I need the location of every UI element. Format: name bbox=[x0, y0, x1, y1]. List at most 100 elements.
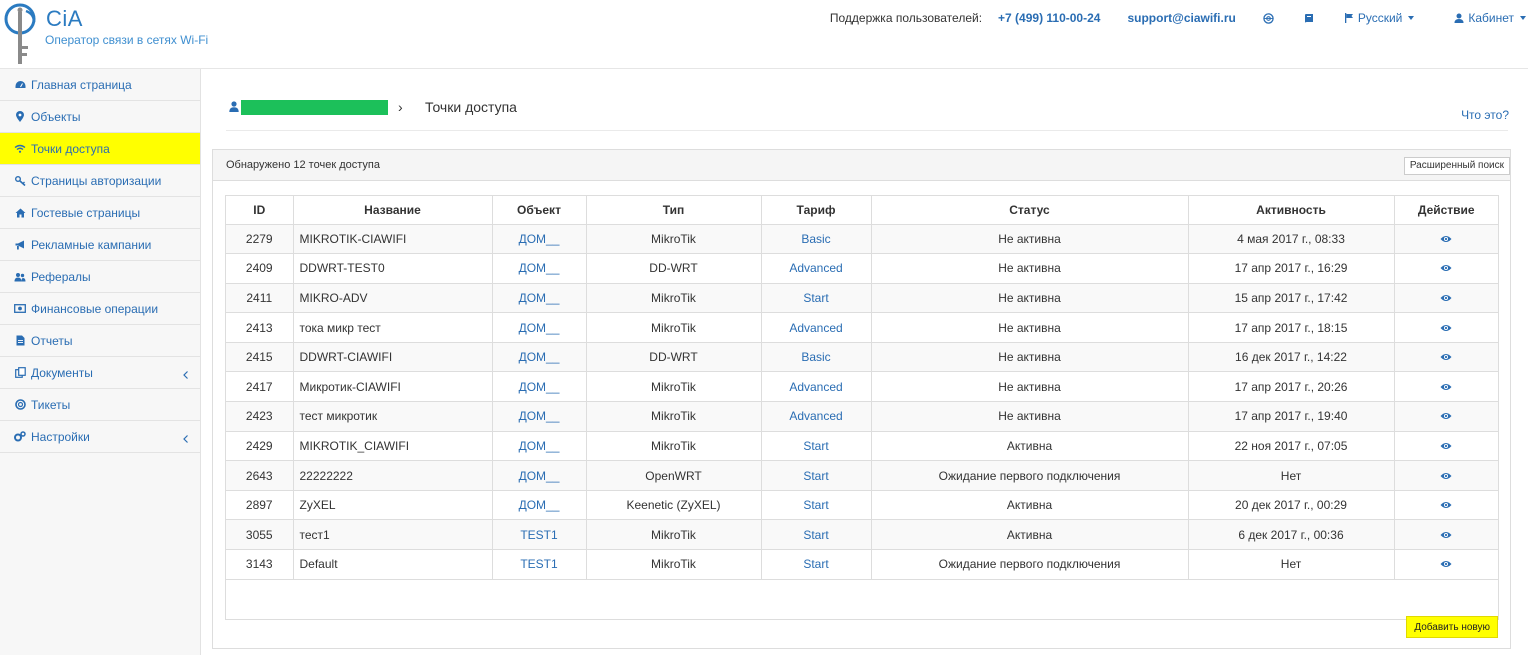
cell-status: Не активна bbox=[871, 283, 1189, 314]
cell-type: MikroTik bbox=[586, 519, 762, 551]
header: CiA Оператор связи в сетях Wi-Fi Поддерж… bbox=[0, 0, 1528, 69]
cell-tariff-link[interactable]: Advanced bbox=[761, 312, 872, 343]
eye-icon[interactable] bbox=[1440, 324, 1452, 332]
page-title: Точки доступа bbox=[425, 99, 517, 115]
cell-action bbox=[1394, 401, 1498, 432]
table-row[interactable]: 2423 тест микротик ДОМ__ MikroTik Advanced Не… bbox=[226, 401, 1498, 432]
map-marker-icon bbox=[14, 111, 26, 123]
column-header: Активность bbox=[1188, 196, 1395, 225]
flag-icon bbox=[1344, 13, 1353, 23]
sidebar-item-objects[interactable]: Объекты bbox=[0, 101, 200, 133]
eye-icon[interactable] bbox=[1440, 501, 1452, 509]
cell-tariff-link[interactable]: Advanced bbox=[761, 371, 872, 403]
table-row[interactable]: 2411 MIKRO-ADV ДОМ__ MikroTik Start Не активн… bbox=[226, 283, 1498, 314]
cell-tariff-link[interactable]: Start bbox=[761, 519, 872, 551]
eye-icon[interactable] bbox=[1440, 442, 1452, 450]
cell-object-link[interactable]: ДОМ__ bbox=[492, 431, 587, 462]
breadcrumb-redacted-user[interactable] bbox=[241, 100, 388, 115]
cell-id: 2413 bbox=[226, 312, 294, 343]
cell-tariff-link[interactable]: Start bbox=[761, 431, 872, 462]
sidebar-item-guest-pages[interactable]: Гостевые страницы bbox=[0, 197, 200, 229]
cell-name: тока микр тест bbox=[293, 312, 493, 343]
sidebar-item-settings[interactable]: Настройки bbox=[0, 421, 200, 453]
sidebar-item-reports[interactable]: Отчеты bbox=[0, 325, 200, 357]
sidebar-item-label: Финансовые операции bbox=[31, 301, 159, 316]
file-icon bbox=[14, 335, 26, 347]
column-header: Тип bbox=[586, 196, 762, 225]
help-link[interactable]: Что это? bbox=[1461, 108, 1509, 122]
column-header: Название bbox=[293, 196, 493, 225]
cell-tariff-link[interactable]: Advanced bbox=[761, 253, 872, 284]
key-icon bbox=[14, 175, 26, 187]
cell-object-link[interactable]: ДОМ__ bbox=[492, 283, 587, 314]
cell-action bbox=[1394, 490, 1498, 521]
eye-icon[interactable] bbox=[1440, 235, 1452, 243]
table-row[interactable]: 2415 DDWRT-CIAWIFI ДОМ__ DD-WRT Basic Не акти… bbox=[226, 342, 1498, 373]
support-email-link[interactable]: support@ciawifi.ru bbox=[1127, 11, 1235, 25]
table-row[interactable]: 2413 тока микр тест ДОМ__ MikroTik Advanced Н… bbox=[226, 312, 1498, 343]
cell-tariff-link[interactable]: Advanced bbox=[761, 401, 872, 432]
eye-icon[interactable] bbox=[1440, 531, 1452, 539]
logo[interactable]: CiA Оператор связи в сетях Wi-Fi bbox=[4, 2, 208, 66]
cell-tariff-link[interactable]: Start bbox=[761, 490, 872, 521]
book-icon[interactable] bbox=[1304, 13, 1314, 24]
cell-tariff-link[interactable]: Start bbox=[761, 460, 872, 491]
sidebar-item-dashboard[interactable]: Главная страница bbox=[0, 69, 200, 101]
eye-icon[interactable] bbox=[1440, 264, 1452, 272]
cell-name: тест микротик bbox=[293, 401, 493, 432]
cell-object-link[interactable]: ДОМ__ bbox=[492, 490, 587, 521]
sidebar: Главная страница Объекты Точки доступа С… bbox=[0, 69, 201, 655]
eye-icon[interactable] bbox=[1440, 472, 1452, 480]
cell-object-link[interactable]: ДОМ__ bbox=[492, 312, 587, 343]
sidebar-item-ad-campaigns[interactable]: Рекламные кампании bbox=[0, 229, 200, 261]
eye-icon[interactable] bbox=[1440, 353, 1452, 361]
eye-icon[interactable] bbox=[1440, 294, 1452, 302]
table-row[interactable]: 2897 ZyXEL ДОМ__ Keenetic (ZyXEL) Start Актив… bbox=[226, 490, 1498, 521]
support-phone-link[interactable]: +7 (499) 110-00-24 bbox=[998, 11, 1100, 25]
sidebar-item-finance[interactable]: Финансовые операции bbox=[0, 293, 200, 325]
cell-name: DDWRT-TEST0 bbox=[293, 253, 493, 284]
sidebar-item-tickets[interactable]: Тикеты bbox=[0, 389, 200, 421]
cell-action bbox=[1394, 342, 1498, 373]
table-row[interactable]: 2429 MIKROTIK_CIAWIFI ДОМ__ MikroTik Start Ак… bbox=[226, 431, 1498, 462]
cell-object-link[interactable]: ДОМ__ bbox=[492, 224, 587, 255]
table-row[interactable]: 3055 тест1 TEST1 MikroTik Start Активна 6 дек … bbox=[226, 519, 1498, 551]
cell-status: Активна bbox=[871, 431, 1189, 462]
documents-icon bbox=[14, 367, 26, 379]
eye-icon[interactable] bbox=[1440, 383, 1452, 391]
cell-tariff-link[interactable]: Start bbox=[761, 549, 872, 580]
cell-name: MIKRO-ADV bbox=[293, 283, 493, 314]
access-points-table-wrapper: ID Название Объект Тип Тариф Статус Активность… bbox=[225, 195, 1499, 620]
advanced-search-button[interactable]: Расширенный поиск bbox=[1403, 157, 1510, 175]
cell-object-link[interactable]: ДОМ__ bbox=[492, 401, 587, 432]
table-row[interactable]: 2279 MIKROTIK-CIAWIFI ДОМ__ MikroTik Basic Не… bbox=[226, 224, 1498, 255]
table-row[interactable]: 2409 DDWRT-TEST0 ДОМ__ DD-WRT Advanced Не акт… bbox=[226, 253, 1498, 284]
sidebar-item-referrals[interactable]: Рефералы bbox=[0, 261, 200, 293]
add-new-button[interactable]: Добавить новую bbox=[1406, 616, 1498, 638]
table-row[interactable]: 2417 Микротик-CIAWIFI ДОМ__ MikroTik Advance… bbox=[226, 371, 1498, 403]
cabinet-dropdown[interactable]: Кабинет bbox=[1454, 11, 1526, 25]
cell-tariff-link[interactable]: Basic bbox=[761, 342, 872, 373]
cell-object-link[interactable]: ДОМ__ bbox=[492, 460, 587, 491]
table-row[interactable]: 2643 22222222 ДОМ__ OpenWRT Start Ожидание пе… bbox=[226, 460, 1498, 491]
cell-tariff-link[interactable]: Start bbox=[761, 283, 872, 314]
cell-object-link[interactable]: ДОМ__ bbox=[492, 371, 587, 403]
cell-tariff-link[interactable]: Basic bbox=[761, 224, 872, 255]
cell-object-link[interactable]: ДОМ__ bbox=[492, 253, 587, 284]
cell-object-link[interactable]: TEST1 bbox=[492, 519, 587, 551]
panel-title: Обнаружено 12 точек доступа bbox=[226, 159, 380, 171]
language-dropdown[interactable]: Русский bbox=[1344, 11, 1415, 25]
sidebar-item-auth-pages[interactable]: Страницы авторизации bbox=[0, 165, 200, 197]
eye-icon[interactable] bbox=[1440, 412, 1452, 420]
sidebar-item-access-points[interactable]: Точки доступа bbox=[0, 133, 200, 165]
access-points-panel: Обнаружено 12 точек доступа Расширенный … bbox=[212, 149, 1511, 649]
cell-type: MikroTik bbox=[586, 549, 762, 580]
cell-object-link[interactable]: TEST1 bbox=[492, 549, 587, 580]
cell-action bbox=[1394, 224, 1498, 255]
table-row[interactable]: 3143 Default TEST1 MikroTik Start Ожидание пе… bbox=[226, 549, 1498, 580]
globe-icon[interactable] bbox=[1263, 12, 1274, 24]
cell-object-link[interactable]: ДОМ__ bbox=[492, 342, 587, 373]
sidebar-item-documents[interactable]: Документы bbox=[0, 357, 200, 389]
cell-action bbox=[1394, 549, 1498, 580]
eye-icon[interactable] bbox=[1440, 560, 1452, 568]
